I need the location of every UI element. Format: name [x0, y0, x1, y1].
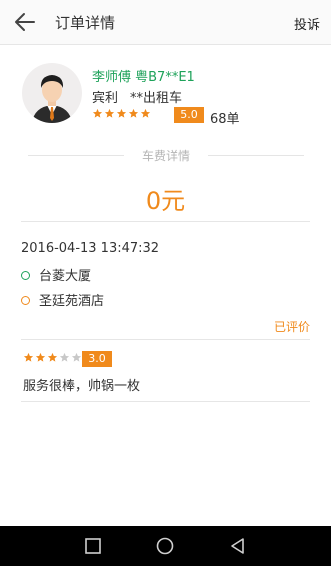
review-score-badge: 3.0	[82, 351, 112, 367]
divider	[21, 401, 310, 402]
fare-amount: 0元	[145, 187, 186, 215]
home-circle-icon[interactable]	[155, 536, 175, 556]
review-rating-stars	[23, 352, 82, 363]
start-dot-icon	[21, 271, 30, 280]
star-filled-icon	[116, 108, 127, 118]
driver-vehicle-info: 宾利 **出租车	[92, 87, 182, 106]
trip-start: 台菱大厦	[21, 265, 92, 284]
back-triangle-icon[interactable]	[228, 536, 248, 556]
driver-avatar	[22, 63, 82, 123]
divider	[21, 339, 310, 340]
app-header: 订单详情 投诉	[0, 0, 331, 45]
star-filled-icon	[92, 108, 103, 118]
page-title: 订单详情	[55, 14, 116, 32]
star-filled-icon	[47, 352, 58, 362]
end-dot-icon	[21, 296, 30, 305]
star-filled-icon	[35, 352, 46, 362]
trip-end-label: 圣廷苑酒店	[39, 294, 105, 309]
driver-vehicle: **出租车	[130, 91, 183, 106]
star-filled-icon	[128, 108, 139, 118]
trip-end: 圣廷苑酒店	[21, 290, 105, 309]
star-filled-icon	[104, 108, 115, 118]
system-nav-bar	[0, 526, 331, 566]
driver-rating-stars	[92, 108, 151, 120]
review-comment: 服务很棒，帅锅一枚	[23, 379, 141, 394]
driver-company: 宾利	[92, 91, 119, 106]
driver-card: 李师傅 粤B7**E1 宾利 **出租车 5.0 68单	[22, 63, 312, 127]
review-status: 已评价	[273, 320, 310, 334]
fare-section-divider: 车费详情	[28, 148, 304, 163]
driver-order-count: 68单	[210, 112, 240, 127]
star-empty-icon	[71, 352, 82, 362]
avatar-illustration	[32, 75, 72, 123]
trip-start-label: 台菱大厦	[39, 269, 92, 284]
back-arrow-icon[interactable]	[14, 12, 36, 32]
complaint-button[interactable]: 投诉	[294, 14, 320, 33]
star-filled-icon	[23, 352, 34, 362]
star-empty-icon	[59, 352, 70, 362]
driver-name-plate: 李师傅 粤B7**E1	[92, 70, 195, 85]
recent-apps-square-icon[interactable]	[83, 536, 103, 556]
trip-time: 2016-04-13 13:47:32	[21, 241, 160, 256]
driver-score-badge: 5.0	[174, 107, 204, 123]
divider	[21, 221, 310, 222]
star-filled-icon	[140, 108, 151, 118]
divider-line-right	[208, 155, 304, 156]
